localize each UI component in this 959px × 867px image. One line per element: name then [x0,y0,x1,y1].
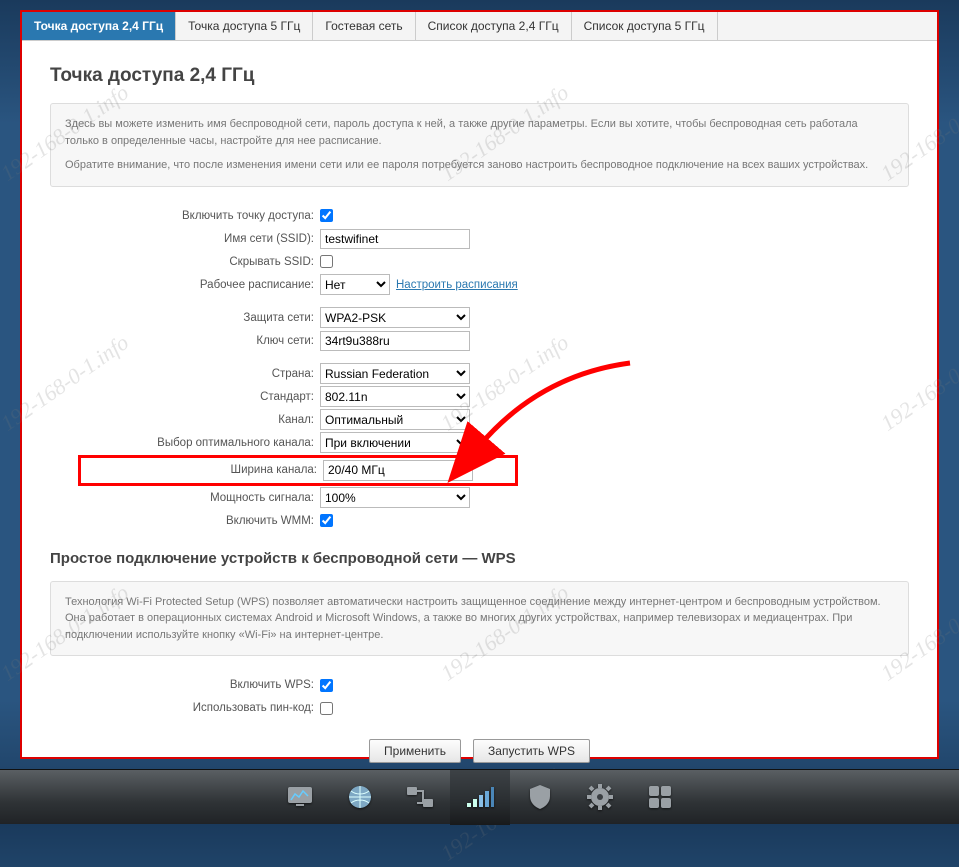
select-schedule[interactable]: Нет [320,274,390,295]
select-security[interactable]: WPA2-PSK [320,307,470,328]
wps-title: Простое подключение устройств к беспрово… [50,550,909,567]
tabs: Точка доступа 2,4 ГГц Точка доступа 5 ГГ… [22,12,937,41]
highlight-channel-width: Ширина канала: 20/40 МГц [78,455,518,486]
label-ssid: Имя сети (SSID): [50,233,320,245]
label-hide-ssid: Скрывать SSID: [50,256,320,268]
checkbox-enable-ap[interactable] [320,209,333,222]
label-opt-channel: Выбор оптимального канала: [50,437,320,449]
label-wmm: Включить WMM: [50,515,320,527]
select-width[interactable]: 20/40 МГц [323,460,473,481]
dock-shield-icon[interactable] [510,770,570,825]
input-key[interactable] [320,331,470,351]
select-opt-channel[interactable]: При включении [320,432,470,453]
dock-apps-icon[interactable] [630,770,690,825]
label-power: Мощность сигнала: [50,492,320,504]
tab-acl-2-4[interactable]: Список доступа 2,4 ГГц [416,12,572,40]
label-channel: Канал: [50,414,320,426]
dock-gear-icon[interactable] [570,770,630,825]
tab-ap-2-4[interactable]: Точка доступа 2,4 ГГц [22,12,176,40]
dock-globe-icon[interactable] [330,770,390,825]
tab-guest[interactable]: Гостевая сеть [313,12,415,40]
dock-network-icon[interactable] [390,770,450,825]
checkbox-wps[interactable] [320,679,333,692]
dock-wifi-icon[interactable] [450,770,510,825]
label-wps-pin: Использовать пин-код: [50,702,320,714]
checkbox-hide-ssid[interactable] [320,255,333,268]
select-power[interactable]: 100% [320,487,470,508]
select-channel[interactable]: Оптимальный [320,409,470,430]
label-wps-enable: Включить WPS: [50,679,320,691]
select-country[interactable]: Russian Federation [320,363,470,384]
checkbox-wmm[interactable] [320,514,333,527]
select-standard[interactable]: 802.11n [320,386,470,407]
wps-box: Технология Wi-Fi Protected Setup (WPS) п… [50,581,909,657]
tab-acl-5[interactable]: Список доступа 5 ГГц [572,12,718,40]
label-width: Ширина канала: [81,464,323,476]
intro-p1: Здесь вы можете изменить имя беспроводно… [65,116,894,149]
bottom-dock [0,769,959,824]
dock-monitor-icon[interactable] [270,770,330,825]
intro-box: Здесь вы можете изменить имя беспроводно… [50,103,909,187]
intro-p2: Обратите внимание, что после изменения и… [65,157,894,174]
tab-ap-5[interactable]: Точка доступа 5 ГГц [176,12,313,40]
checkbox-wps-pin[interactable] [320,702,333,715]
apply-button[interactable]: Применить [369,739,461,763]
run-wps-button[interactable]: Запустить WPS [473,739,590,763]
label-security: Защита сети: [50,312,320,324]
wps-text: Технология Wi-Fi Protected Setup (WPS) п… [65,594,894,644]
label-country: Страна: [50,368,320,380]
label-enable-ap: Включить точку доступа: [50,210,320,222]
label-standard: Стандарт: [50,391,320,403]
input-ssid[interactable] [320,229,470,249]
page-title: Точка доступа 2,4 ГГц [50,65,909,87]
label-key: Ключ сети: [50,335,320,347]
label-schedule: Рабочее расписание: [50,279,320,291]
link-configure-schedule[interactable]: Настроить расписания [396,279,518,291]
